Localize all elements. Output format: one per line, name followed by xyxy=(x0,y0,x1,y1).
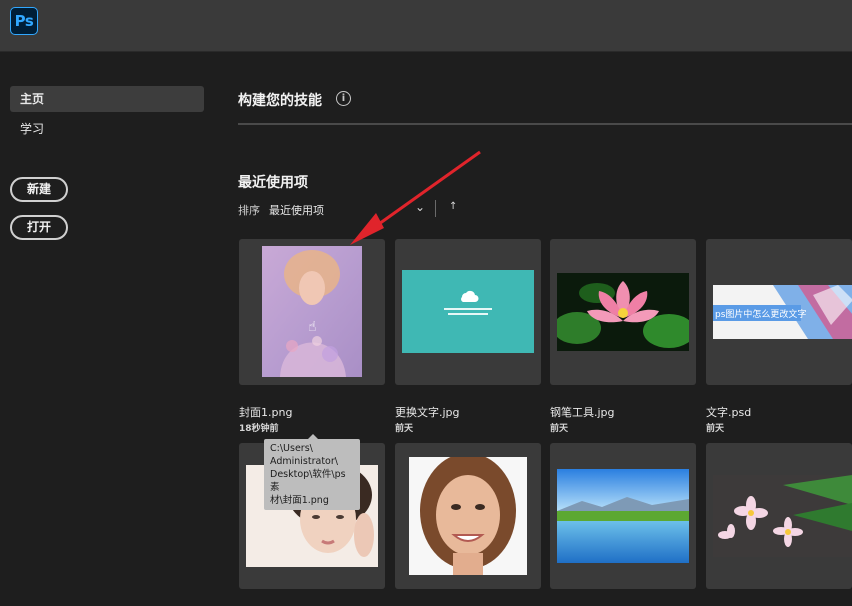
info-icon[interactable]: i xyxy=(336,91,351,106)
file-card-row2-3[interactable] xyxy=(550,443,696,589)
open-button[interactable]: 打开 xyxy=(10,215,68,240)
photoshop-logo: Ps xyxy=(10,7,38,35)
file-time: 前天 xyxy=(395,424,414,434)
file-path-tooltip: C:\Users\ Administrator\ Desktop\软件\ps素 … xyxy=(264,439,360,510)
recent-title: 最近使用项 xyxy=(238,175,308,191)
tooltip-line: Desktop\软件\ps素 xyxy=(270,469,346,493)
title-bar: Ps xyxy=(0,0,852,52)
thumbnail-text-banner: ps图片中怎么更改文字 xyxy=(713,285,852,339)
thumbnail-lotus-flower xyxy=(557,273,689,351)
file-name[interactable]: 钢笔工具.jpg xyxy=(550,404,615,420)
file-time: 18秒钟前 xyxy=(239,424,279,434)
sidebar-item-home[interactable]: 主页 xyxy=(10,86,204,112)
tooltip-line: 材\封面1.png xyxy=(270,495,329,506)
file-name[interactable]: 封面1.png xyxy=(239,404,292,420)
divider xyxy=(238,123,852,125)
sort-direction-icon[interactable]: ↑ xyxy=(449,201,457,212)
thumbnail-pink-flowers xyxy=(713,475,852,557)
sort-separator xyxy=(435,200,436,217)
sidebar-item-learn[interactable]: 学习 xyxy=(10,116,204,142)
thumbnail-lake-landscape xyxy=(557,469,689,563)
skills-title: 构建您的技能 xyxy=(238,93,322,109)
hand-cursor-icon: ☝ xyxy=(308,319,317,335)
file-card-genghuan[interactable] xyxy=(395,239,541,385)
file-name[interactable]: 更换文字.jpg xyxy=(395,404,460,420)
thumbnail-caption: ps图片中怎么更改文字 xyxy=(715,310,807,320)
sidebar: 主页 学习 新建 打开 xyxy=(0,52,215,606)
file-card-row2-2[interactable] xyxy=(395,443,541,589)
sort-label: 排序 xyxy=(238,204,260,217)
sort-dropdown[interactable]: 最近使用项 xyxy=(269,202,324,218)
new-button[interactable]: 新建 xyxy=(10,177,68,202)
file-card-wenzi[interactable]: ps图片中怎么更改文字 xyxy=(706,239,852,385)
thumbnail-smiling-woman xyxy=(409,457,527,575)
file-card-row2-4[interactable] xyxy=(706,443,852,589)
file-card-fengmian[interactable]: ☝ xyxy=(239,239,385,385)
tooltip-line: Administrator\ xyxy=(270,456,338,467)
file-name[interactable]: 文字.psd xyxy=(706,404,751,420)
thumbnail-portrait-painting xyxy=(262,246,362,377)
chevron-down-icon[interactable]: ⌄ xyxy=(415,200,425,214)
file-time: 前天 xyxy=(550,424,569,434)
file-card-gangbi[interactable] xyxy=(550,239,696,385)
file-time: 前天 xyxy=(706,424,725,434)
tooltip-line: C:\Users\ xyxy=(270,443,313,454)
thumbnail-teal-slide xyxy=(402,270,534,353)
